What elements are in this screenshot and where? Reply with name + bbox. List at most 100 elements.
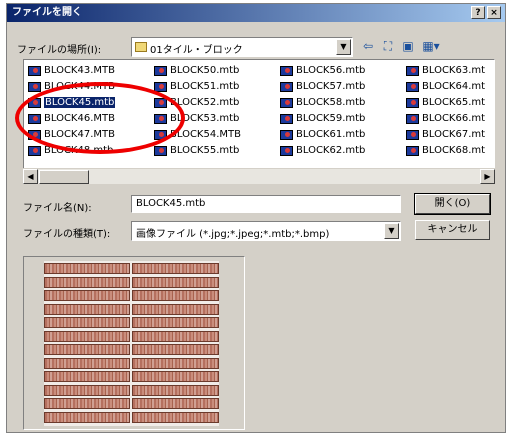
file-item[interactable]: BLOCK65.mt [404,95,485,111]
brick [44,263,130,274]
mtb-file-icon [406,130,419,140]
file-column: BLOCK56.mtb BLOCK57.mtb BLOCK58.mtb BLOC… [278,63,365,159]
scroll-left-icon[interactable]: ◀ [23,169,38,184]
brick [132,303,219,315]
preview-panel [23,256,245,430]
mtb-file-icon [154,146,167,156]
brick-texture-preview [44,261,219,426]
close-button[interactable]: × [487,6,501,19]
brick [44,371,130,382]
brick [132,357,219,369]
filename-label: ファイル名(N): [23,203,92,214]
mtb-file-icon [28,146,41,156]
brick [44,276,130,288]
brick [44,330,130,342]
file-item[interactable]: BLOCK61.mtb [278,127,365,143]
brick [44,384,130,396]
brick [132,411,219,423]
red-highlight-circle [15,82,185,154]
chevron-down-icon[interactable]: ▼ [336,39,351,55]
filename-field[interactable]: BLOCK45.mtb [131,195,401,213]
brick-row [44,357,219,369]
scroll-right-icon[interactable]: ▶ [480,169,495,184]
brick [132,276,219,288]
help-button[interactable]: ? [471,6,485,19]
brick [44,411,130,423]
brick [132,330,219,342]
brick-row [44,371,219,382]
mtb-file-icon [406,114,419,124]
file-open-dialog: ファイルを開く ? × ファイルの場所(I): 01タイル・ブロック ▼ ⇦ ⛶… [6,3,506,433]
mtb-file-icon [406,146,419,156]
file-item[interactable]: BLOCK58.mtb [278,95,365,111]
mtb-file-icon [406,98,419,108]
back-arrow-icon[interactable]: ⇦ [359,37,377,55]
brick-row [44,411,219,423]
mtb-file-icon [280,82,293,92]
filetype-dropdown[interactable]: 画像ファイル (*.jpg;*.jpeg;*.mtb;*.bmp) ▼ [131,221,401,241]
mtb-file-icon [28,66,41,76]
mtb-file-icon [280,114,293,124]
file-item[interactable]: BLOCK43.MTB [26,63,115,79]
brick-row [44,330,219,342]
file-item[interactable]: BLOCK51.mtb [152,79,241,95]
mtb-file-icon [406,82,419,92]
file-column: BLOCK63.mt BLOCK64.mt BLOCK65.mt BLOCK66… [404,63,485,159]
file-item[interactable]: BLOCK63.mt [404,63,485,79]
file-item[interactable]: BLOCK64.mt [404,79,485,95]
brick [44,344,130,355]
mtb-file-icon [406,66,419,76]
filename-value: BLOCK45.mtb [136,198,206,209]
filetype-value: 画像ファイル (*.jpg;*.jpeg;*.mtb;*.bmp) [136,229,330,240]
view-menu-icon[interactable]: ▦▾ [419,37,443,55]
file-item[interactable]: BLOCK59.mtb [278,111,365,127]
file-item[interactable]: BLOCK55.mtb [152,143,241,159]
mtb-file-icon [280,98,293,108]
brick [132,371,219,382]
cancel-button[interactable]: キャンセル [415,220,490,240]
file-item[interactable]: BLOCK66.mt [404,111,485,127]
brick-row [44,290,219,301]
brick-row [44,384,219,396]
brick [44,290,130,301]
brick [132,317,219,328]
brick [132,384,219,396]
brick-row [44,303,219,315]
up-folder-icon[interactable]: ⛶ [379,37,397,55]
brick [44,398,130,409]
brick-row [44,276,219,288]
brick [44,317,130,328]
mtb-file-icon [154,66,167,76]
location-label: ファイルの場所(I): [17,45,102,56]
file-item[interactable]: BLOCK56.mtb [278,63,365,79]
file-item[interactable]: BLOCK67.mt [404,127,485,143]
location-value: 01タイル・ブロック [150,45,243,56]
folder-icon [135,42,147,52]
filetype-label: ファイルの種類(T): [23,229,111,240]
horizontal-scrollbar[interactable]: ◀ ▶ [23,168,495,184]
mtb-file-icon [280,130,293,140]
brick [132,290,219,301]
file-item[interactable]: BLOCK50.mtb [152,63,241,79]
brick-row [44,317,219,328]
new-folder-icon[interactable]: ▣ [399,37,417,55]
file-item[interactable]: BLOCK62.mtb [278,143,365,159]
brick [132,398,219,409]
chevron-down-icon[interactable]: ▼ [384,223,399,239]
file-item[interactable]: BLOCK57.mtb [278,79,365,95]
brick [132,263,219,274]
mtb-file-icon [280,66,293,76]
file-item[interactable]: BLOCK68.mt [404,143,485,159]
mtb-file-icon [280,146,293,156]
open-button[interactable]: 開く(O) [414,193,491,215]
brick-row [44,263,219,274]
scrollbar-thumb[interactable] [39,170,89,184]
brick [44,303,130,315]
mtb-file-icon [28,82,41,92]
brick [132,344,219,355]
brick-row [44,398,219,409]
location-dropdown[interactable]: 01タイル・ブロック ▼ [131,37,353,57]
title-bar: ファイルを開く ? × [7,4,505,22]
window-title: ファイルを開く [12,7,82,18]
brick-row [44,344,219,355]
